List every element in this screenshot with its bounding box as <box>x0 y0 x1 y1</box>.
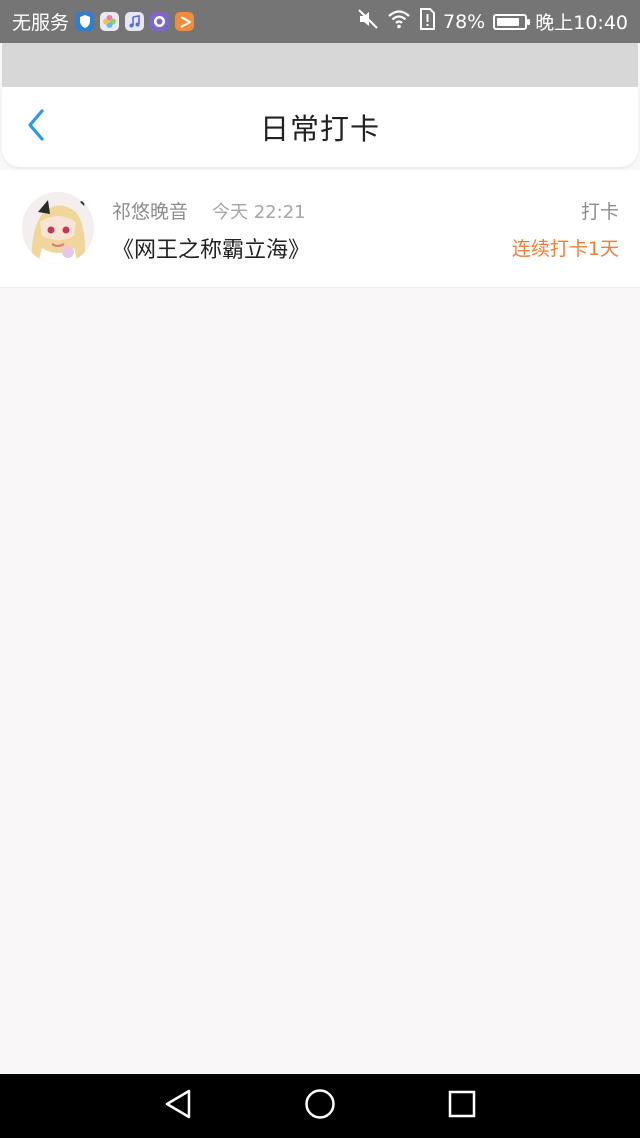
back-triangle-icon <box>163 1088 193 1124</box>
book-title[interactable]: 《网王之称霸立海》 <box>112 232 310 264</box>
sim-alert-icon <box>419 8 435 35</box>
shield-app-icon <box>75 12 95 31</box>
carrier-label: 无服务 <box>12 12 70 34</box>
post-time: 今天 22:21 <box>212 202 306 223</box>
back-button[interactable] <box>18 109 54 145</box>
page-title: 日常打卡 <box>259 112 380 146</box>
globe-app-icon <box>150 12 170 31</box>
home-circle-icon <box>304 1088 336 1124</box>
user-name[interactable]: 祁悠晚音 <box>112 197 188 224</box>
battery-icon <box>493 13 531 30</box>
nav-back-button[interactable] <box>160 1088 196 1124</box>
play-app-icon <box>175 12 195 31</box>
avatar[interactable] <box>22 192 94 264</box>
wifi-icon <box>387 9 411 34</box>
music-app-icon <box>125 12 145 31</box>
streak-label: 连续打卡1天 <box>511 238 619 260</box>
system-nav-bar <box>0 1074 640 1138</box>
status-bar: 无服务 78% 晚上10:40 <box>0 0 640 43</box>
battery-percent: 78% <box>443 10 486 33</box>
header: 日常打卡 <box>2 87 638 167</box>
flower-app-icon <box>100 12 120 31</box>
checkin-type-label: 打卡 <box>580 201 619 223</box>
clock: 晚上10:40 <box>535 12 628 34</box>
recents-square-icon <box>448 1090 476 1122</box>
nav-recents-button[interactable] <box>444 1088 480 1124</box>
toolbar-shadow <box>2 43 638 87</box>
chevron-left-icon <box>26 109 46 145</box>
nav-home-button[interactable] <box>302 1088 338 1124</box>
checkin-list: 祁悠晚音 今天 22:21 《网王之称霸立海》 打卡 连续打卡1天 <box>0 170 640 288</box>
checkin-item[interactable]: 祁悠晚音 今天 22:21 《网王之称霸立海》 打卡 连续打卡1天 <box>0 170 640 288</box>
mute-icon <box>357 8 379 35</box>
